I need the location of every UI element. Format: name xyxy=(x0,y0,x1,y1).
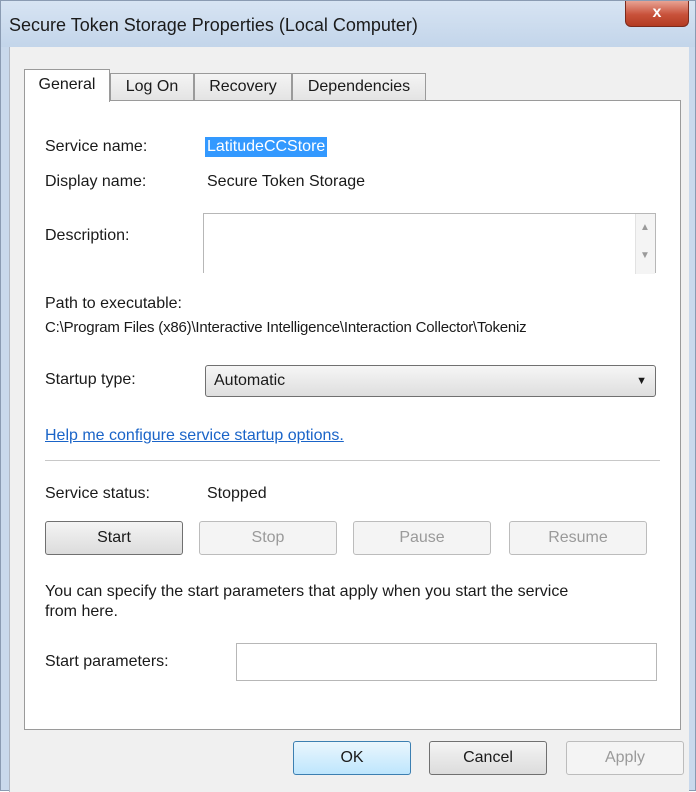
window-title: Secure Token Storage Properties (Local C… xyxy=(9,15,418,35)
scroll-down-icon[interactable]: ▼ xyxy=(640,250,650,261)
start-params-label: Start parameters: xyxy=(45,653,169,670)
startup-type-label: Startup type: xyxy=(45,371,136,388)
start-params-input[interactable] xyxy=(236,643,657,681)
dialog-client-area: General Log On Recovery Dependencies Ser… xyxy=(9,47,689,792)
scroll-up-icon[interactable]: ▲ xyxy=(640,222,650,233)
start-button[interactable]: Start xyxy=(45,521,183,555)
ok-button[interactable]: OK xyxy=(293,741,411,775)
start-params-note: You can specify the start parameters tha… xyxy=(45,583,569,600)
path-value: C:\Program Files (x86)\Interactive Intel… xyxy=(45,319,527,336)
display-name-value[interactable]: Secure Token Storage xyxy=(207,173,365,191)
startup-type-select[interactable]: Automatic ▼ xyxy=(205,365,656,397)
service-status-label: Service status: xyxy=(45,485,150,502)
x-icon: x xyxy=(652,4,662,21)
description-label: Description: xyxy=(45,227,130,244)
service-status-value: Stopped xyxy=(207,485,267,502)
apply-button[interactable]: Apply xyxy=(566,741,684,775)
properties-window: Secure Token Storage Properties (Local C… xyxy=(0,0,696,792)
tab-strip: General Log On Recovery Dependencies xyxy=(24,69,444,102)
tab-dependencies[interactable]: Dependencies xyxy=(292,73,426,101)
chevron-down-icon: ▼ xyxy=(636,375,647,387)
help-configure-link[interactable]: Help me configure service startup option… xyxy=(45,427,344,445)
tab-recovery[interactable]: Recovery xyxy=(194,73,292,101)
path-label: Path to executable: xyxy=(45,295,182,312)
cancel-button[interactable]: Cancel xyxy=(429,741,547,775)
close-button[interactable]: x xyxy=(625,1,689,27)
description-field[interactable]: ▲ ▼ xyxy=(203,213,656,274)
title-bar[interactable]: Secure Token Storage Properties (Local C… xyxy=(1,1,695,47)
service-name-value[interactable]: LatitudeCCStore xyxy=(205,137,328,157)
resume-button[interactable]: Resume xyxy=(509,521,647,555)
start-params-note-line2: from here. xyxy=(45,603,118,620)
tab-log-on[interactable]: Log On xyxy=(110,73,194,101)
description-scrollbar[interactable]: ▲ ▼ xyxy=(635,214,655,274)
pause-button[interactable]: Pause xyxy=(353,521,491,555)
divider xyxy=(45,460,660,461)
general-tab-panel: Service name: LatitudeCCStore Display na… xyxy=(24,100,681,730)
service-name-label: Service name: xyxy=(45,138,148,155)
startup-type-value: Automatic xyxy=(214,372,286,389)
display-name-label: Display name: xyxy=(45,173,147,190)
tab-general[interactable]: General xyxy=(24,69,110,102)
stop-button[interactable]: Stop xyxy=(199,521,337,555)
